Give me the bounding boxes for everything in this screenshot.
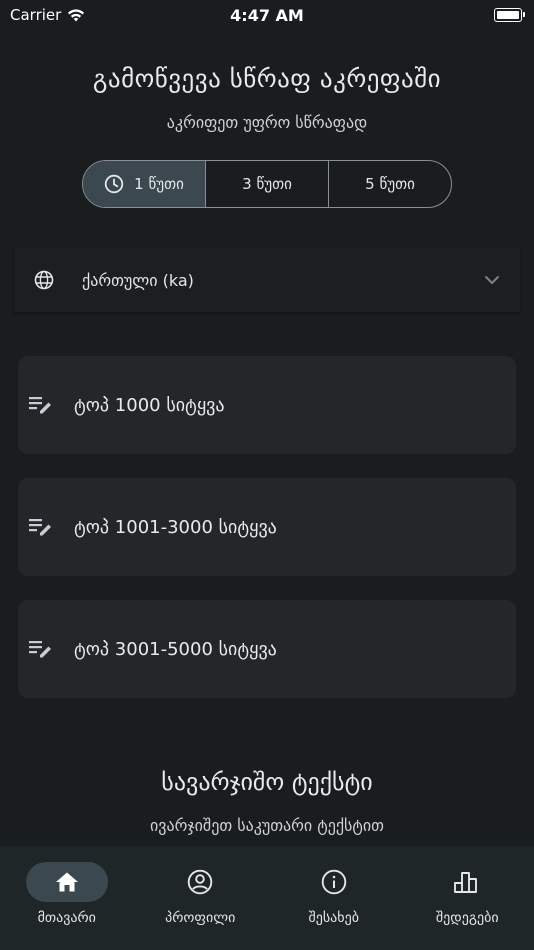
language-dropdown[interactable]: ქართული (ka) <box>14 248 520 312</box>
tab-icon-indicator <box>25 862 108 902</box>
main-content: გამოწვევა სწრაფ აკრეფაში აკრიფეთ უფრო სწ… <box>0 30 534 846</box>
status-left: Carrier <box>10 6 85 24</box>
leaderboard-icon <box>453 870 481 894</box>
tab-results[interactable]: შედეგები <box>407 862 527 950</box>
tab-about[interactable]: შესახებ <box>274 862 394 950</box>
tab-label: შესახებ <box>308 910 359 926</box>
duration-selector: 1 წუთი 3 წუთი 5 წუთი <box>82 160 452 208</box>
globe-icon <box>34 270 54 290</box>
duration-option-5[interactable]: 5 წუთი <box>329 161 451 207</box>
bottom-navigation: მთავარი პროფილი შესახებ შედეგები <box>0 846 534 950</box>
home-icon <box>55 871 79 893</box>
word-set-card-top-1001-3000[interactable]: ტოპ 1001-3000 სიტყვა <box>18 478 516 576</box>
word-set-list: ტოპ 1000 სიტყვა ტოპ 1001-3000 სიტყვა ტოპ… <box>0 356 534 698</box>
tab-label: მთავარი <box>37 910 96 926</box>
duration-option-label: 3 წუთი <box>242 175 292 193</box>
page-title: გამოწვევა სწრაფ აკრეფაში <box>92 64 442 93</box>
edit-note-icon <box>28 394 54 416</box>
tab-icon-indicator <box>159 862 241 902</box>
battery-icon <box>494 8 525 22</box>
edit-note-icon <box>28 516 54 538</box>
word-set-label: ტოპ 3001-5000 სიტყვა <box>74 638 277 660</box>
tab-icon-indicator <box>426 862 508 902</box>
tab-home[interactable]: მთავარი <box>7 862 127 950</box>
duration-option-3[interactable]: 3 წუთი <box>206 161 329 207</box>
tab-label: პროფილი <box>165 910 236 926</box>
tab-profile[interactable]: პროფილი <box>140 862 260 950</box>
word-set-card-top-1000[interactable]: ტოპ 1000 სიტყვა <box>18 356 516 454</box>
word-set-card-top-3001-5000[interactable]: ტოპ 3001-5000 სიტყვა <box>18 600 516 698</box>
custom-text-title: სავარჯიშო ტექსტი <box>161 768 373 796</box>
chevron-down-icon <box>484 275 500 285</box>
profile-icon <box>187 869 213 895</box>
word-set-label: ტოპ 1001-3000 სიტყვა <box>74 516 277 538</box>
info-icon <box>321 869 347 895</box>
word-set-label: ტოპ 1000 სიტყვა <box>74 394 225 416</box>
tab-icon-indicator <box>293 862 375 902</box>
status-bar: Carrier 4:47 AM <box>0 0 534 30</box>
duration-option-label: 5 წუთი <box>365 175 415 193</box>
carrier-label: Carrier <box>10 6 62 24</box>
duration-option-1[interactable]: 1 წუთი <box>83 161 206 207</box>
duration-option-label: 1 წუთი <box>134 175 184 193</box>
wifi-icon <box>67 8 85 22</box>
edit-note-icon <box>28 638 54 660</box>
clock-icon <box>104 174 124 194</box>
language-label: ქართული (ka) <box>82 270 194 290</box>
custom-text-subtitle: ივარჯიშეთ საკუთარი ტექსტით <box>150 816 384 835</box>
page-subtitle: აკრიფეთ უფრო სწრაფად <box>166 113 368 132</box>
tab-label: შედეგები <box>435 910 499 926</box>
